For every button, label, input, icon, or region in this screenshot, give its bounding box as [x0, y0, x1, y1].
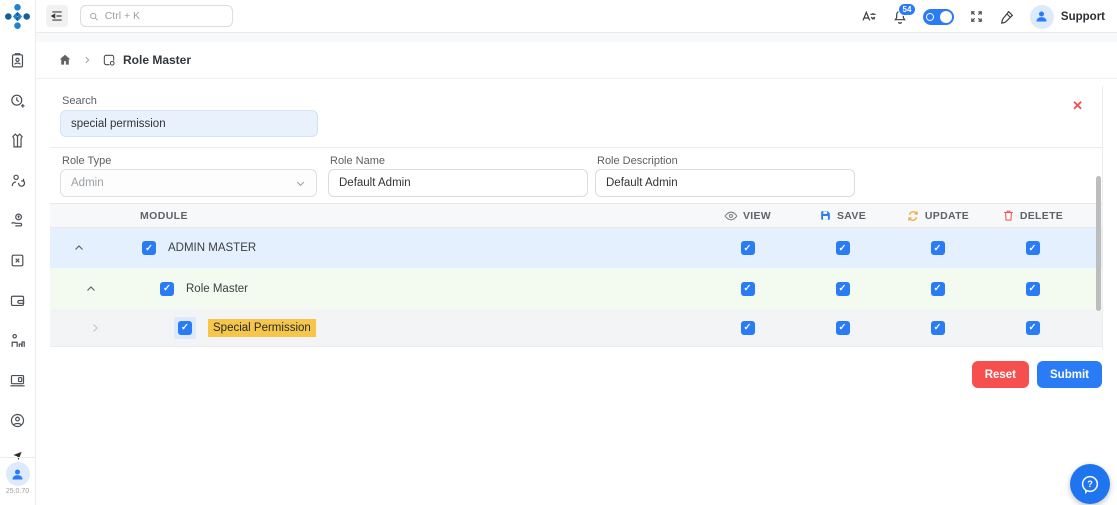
home-icon[interactable] [58, 53, 72, 67]
sidebar-footer: 25.0.70 [0, 457, 35, 505]
eye-icon [724, 211, 738, 220]
table-scrollbar[interactable] [1096, 176, 1101, 311]
module-label-highlighted: Special Permission [208, 318, 316, 337]
sync-icon [908, 210, 918, 221]
view-checkbox[interactable] [740, 281, 755, 296]
chevron-right-icon[interactable] [88, 321, 102, 335]
role-name-input[interactable] [328, 169, 588, 197]
module-checkbox[interactable] [160, 281, 174, 296]
module-header: MODULE [140, 209, 188, 222]
search-label: Search [62, 95, 97, 107]
table-row-admin-master: ADMIN MASTER [50, 228, 1102, 268]
sidebar-avatar[interactable] [5, 462, 30, 486]
save-icon [821, 211, 830, 220]
role-type-label: Role Type [62, 155, 112, 167]
help-button[interactable]: ? [1070, 464, 1110, 504]
id-badge-icon[interactable] [9, 52, 26, 69]
form-actions: Reset Submit [50, 361, 1102, 388]
breadcrumb-current: Role Master [123, 53, 192, 67]
sidebar-menu [0, 52, 35, 429]
help-icon: ? [1081, 475, 1099, 495]
checkbox-focus-halo [174, 316, 196, 339]
breadcrumb-band [36, 33, 1117, 42]
role-type-value: Admin [71, 177, 104, 189]
user-support-icon[interactable] [9, 412, 26, 429]
clock-plus-icon[interactable] [9, 92, 26, 109]
delete-header: DELETE [985, 209, 1080, 222]
close-icon[interactable]: ✕ [1072, 98, 1083, 114]
topbar-actions: 54 Support [861, 0, 1105, 33]
theme-toggle[interactable] [922, 8, 954, 25]
module-checkbox[interactable] [142, 241, 156, 255]
topbar: 54 [36, 0, 1117, 33]
search-input[interactable] [60, 110, 318, 137]
sidebar: 25.0.70 [0, 0, 36, 505]
save-checkbox[interactable] [835, 281, 850, 296]
user-menu[interactable]: Support [1029, 4, 1105, 29]
module-label: ADMIN MASTER [168, 242, 257, 254]
role-type-select[interactable]: Admin [60, 169, 317, 197]
update-checkbox[interactable] [930, 241, 945, 255]
chevron-up-icon[interactable] [84, 282, 98, 296]
update-header: UPDATE [890, 209, 985, 223]
submit-button[interactable]: Submit [1037, 361, 1102, 388]
save-checkbox[interactable] [835, 241, 850, 255]
update-checkbox[interactable] [930, 320, 945, 335]
view-header: VIEW [700, 209, 795, 223]
permission-table: MODULE VIEW SAVE UPDATE DELETE ✓ ADMIN M… [50, 203, 1102, 347]
user-sync-icon[interactable] [9, 172, 26, 189]
user-name: Support [1060, 10, 1105, 23]
breadcrumb: Role Master [36, 42, 1117, 79]
svg-text:?: ? [1087, 479, 1093, 489]
delete-checkbox[interactable] [1025, 281, 1040, 296]
delete-checkbox[interactable] [1025, 320, 1040, 335]
save-checkbox[interactable] [835, 320, 850, 335]
toggle-knob [939, 10, 952, 23]
table-row-role-master: Role Master [50, 268, 1102, 309]
mode-icon [926, 12, 935, 21]
save-header: SAVE [795, 209, 890, 222]
app: 25.0.70 Ctrl + K 54 Support Role Master … [0, 0, 1117, 505]
box-close-icon[interactable] [9, 252, 26, 269]
update-checkbox[interactable] [930, 281, 945, 296]
menu-toggle-button[interactable] [46, 5, 68, 27]
devices-icon[interactable] [9, 372, 26, 389]
delete-checkbox[interactable] [1025, 241, 1040, 255]
fullscreen-icon[interactable] [969, 9, 984, 24]
customizer-icon[interactable] [999, 9, 1015, 25]
app-logo[interactable] [3, 2, 32, 31]
global-search-input[interactable] [104, 10, 224, 22]
notifications-button[interactable]: 54 [892, 2, 916, 25]
section-divider [50, 147, 1102, 148]
chevron-right-icon [82, 55, 92, 65]
vest-icon[interactable] [9, 132, 26, 149]
view-checkbox[interactable] [740, 241, 755, 255]
leaderboard-icon[interactable] [9, 332, 26, 349]
notification-badge: 54 [898, 2, 916, 17]
role-name-label: Role Name [330, 155, 386, 167]
reset-button[interactable]: Reset [971, 361, 1030, 388]
wallet-icon[interactable] [9, 292, 26, 309]
role-icon [102, 53, 116, 67]
module-checkbox[interactable] [178, 320, 192, 335]
translate-icon[interactable] [861, 9, 877, 25]
panel-border [1102, 86, 1103, 350]
user-avatar [1029, 4, 1054, 29]
global-search[interactable] [80, 5, 233, 27]
table-header: MODULE VIEW SAVE UPDATE DELETE [50, 203, 1102, 228]
trash-icon [1004, 210, 1013, 221]
chevron-down-icon [296, 181, 305, 186]
module-label: Role Master [186, 282, 248, 295]
table-row-special-permission: Special Permission [50, 309, 1102, 347]
view-checkbox[interactable] [740, 320, 755, 335]
app-version: 25.0.70 [5, 488, 30, 495]
search-icon [90, 12, 98, 20]
role-description-input[interactable] [595, 169, 855, 197]
role-description-label: Role Description [597, 155, 678, 167]
chevron-up-icon[interactable] [72, 241, 86, 255]
hand-coin-icon[interactable] [9, 212, 26, 229]
